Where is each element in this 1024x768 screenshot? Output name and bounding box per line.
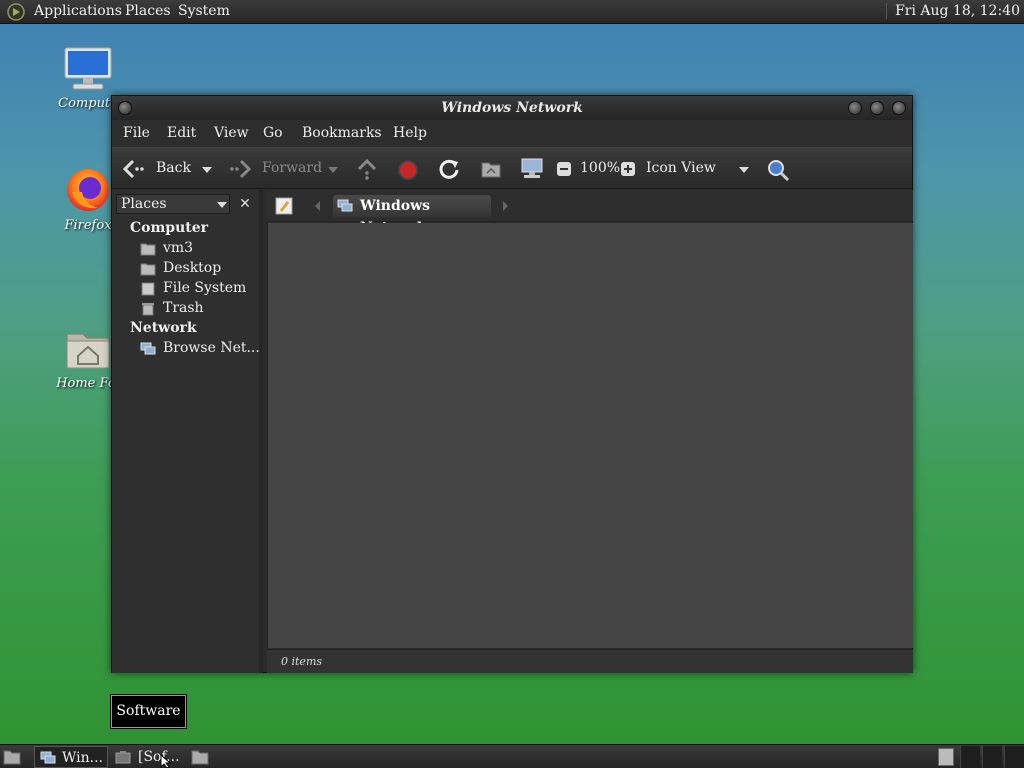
zoom-in-button[interactable] [620,161,636,181]
clock[interactable]: Fri Aug 18, 12:40 [886,3,1020,19]
sidebar-selector[interactable]: Places [116,194,230,214]
back-arrow-icon [122,159,144,179]
taskbar-item-label: [Sof... [138,749,180,765]
taskbar-item-windows-network[interactable]: Win... [34,746,108,768]
taskbar-item-software[interactable]: [Sof... [112,746,186,768]
menu-edit[interactable]: Edit [167,125,196,141]
folder-icon [191,750,209,765]
gnome-foot-icon[interactable] [6,3,26,21]
zoom-out-button[interactable] [556,161,572,181]
sidebar-item-label: Desktop [163,260,222,276]
sidebar: Places ✕ Computer vm3 Desktop File Syste… [112,190,263,673]
firefox-icon [67,169,109,211]
drive-icon [141,282,155,296]
places-menu[interactable]: Places [125,3,171,19]
back-button[interactable] [122,158,146,184]
search-icon [768,160,790,182]
system-menu[interactable]: System [178,3,230,19]
breadcrumb[interactable]: Windows Network [333,195,491,236]
show-desktop-button[interactable] [2,746,24,768]
trash-applet[interactable] [938,748,954,766]
workspace-2[interactable] [982,746,1002,768]
crumb-right-arrow[interactable] [503,201,508,211]
menu-help[interactable]: Help [393,125,427,141]
view-mode-select[interactable]: Icon View [646,160,716,176]
file-manager-window: Windows Network File Edit View Go Bookma… [111,95,913,673]
forward-label[interactable]: Forward [262,160,322,176]
menu-view[interactable]: View [214,125,249,141]
workspace-1[interactable] [960,746,980,768]
back-label[interactable]: Back [156,160,191,176]
chevron-down-icon [217,202,227,208]
sidebar-item-label: Browse Net... [163,340,260,356]
zoom-in-icon [621,162,635,176]
stop-icon [398,160,418,180]
computer-icon [521,158,543,178]
window-title: Windows Network [441,100,583,116]
show-desktop-icon [3,750,21,765]
forward-button[interactable] [228,158,252,184]
home-folder-icon [66,333,110,369]
up-arrow-icon [357,158,377,180]
search-button[interactable] [766,158,790,186]
home-folder-icon [140,243,156,256]
zoom-level[interactable]: 100% [580,160,620,176]
menu-bookmarks[interactable]: Bookmarks [302,125,382,141]
network-icon [337,199,353,212]
trash-icon [142,303,154,316]
minimize-button[interactable] [848,101,862,115]
reload-icon [439,159,459,179]
sidebar-item-label: Trash [163,300,204,316]
network-icon [40,751,56,764]
computer-icon [64,47,112,90]
sidebar-item-label: File System [163,280,247,296]
forward-history-dropdown[interactable] [328,167,338,173]
sidebar-close-button[interactable]: ✕ [234,194,256,214]
close-button[interactable] [892,101,906,115]
menu-go[interactable]: Go [263,125,283,141]
forward-arrow-icon [230,159,252,179]
reload-button[interactable] [438,158,460,184]
taskbar-item-label: Win... [62,750,103,766]
sidebar-selector-label: Places [121,196,167,212]
sidebar-item-label: vm3 [163,240,194,256]
desktop-folder-icon [140,263,156,276]
network-icon [140,342,156,355]
workspace-3[interactable] [1004,746,1024,768]
menu-file[interactable]: File [123,125,150,141]
tooltip: Software [110,694,187,729]
view-mode-dropdown[interactable] [739,167,749,173]
toolbar: Back Forward 100% Icon View [112,147,912,189]
top-panel: Applications Places System Fri Aug 18, 1… [0,0,1024,24]
maximize-button[interactable] [870,101,884,115]
status-text: 0 items [281,655,323,668]
statusbar: 0 items [267,649,913,673]
software-icon [115,751,131,764]
applications-menu[interactable]: Applications [34,3,122,19]
stop-button[interactable] [397,159,419,185]
edit-location-button[interactable] [275,197,293,219]
window-menu-button[interactable] [118,101,132,115]
sidebar-heading-computer: Computer [130,220,209,236]
zoom-out-icon [557,162,571,176]
window-titlebar[interactable]: Windows Network [112,96,912,120]
bottom-panel: Win... [Sof... [0,744,1024,768]
edit-location-icon [275,197,293,215]
file-view[interactable] [267,223,913,648]
up-button[interactable] [356,158,378,184]
location-bar: Windows Network [267,190,913,236]
computer-button[interactable] [520,157,544,183]
menubar: File Edit View Go Bookmarks Help [112,120,912,146]
crumb-left-arrow[interactable] [315,201,320,211]
taskbar-item-folder[interactable] [190,746,212,768]
sidebar-heading-network: Network [130,320,197,336]
home-button[interactable] [480,159,502,183]
home-icon [481,162,501,178]
back-history-dropdown[interactable] [202,167,212,173]
mouse-cursor-icon [160,754,172,768]
